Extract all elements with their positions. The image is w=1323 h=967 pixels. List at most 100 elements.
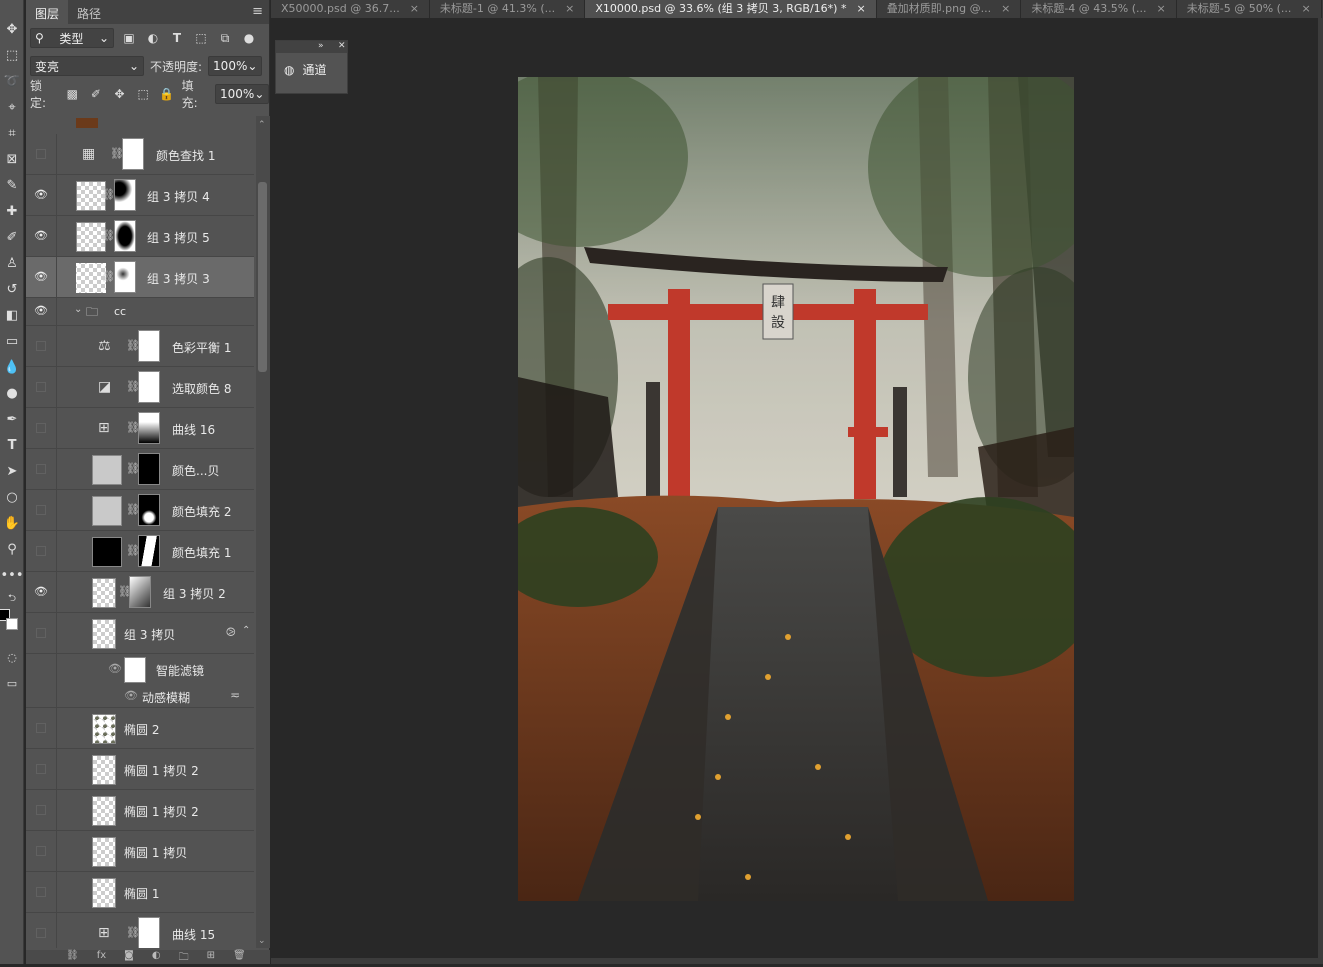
brush-tool-icon[interactable]: ✐ [0, 226, 24, 248]
layer-row-selected[interactable]: 👁 ⛓ 组 3 拷贝 3 [26, 257, 254, 298]
layer-row[interactable]: 👁 ⛓ 组 3 拷贝 4 [26, 175, 254, 216]
close-icon[interactable]: ✕ [338, 41, 346, 51]
lasso-tool-icon[interactable]: ➰ [0, 70, 24, 92]
filter-pixel-icon[interactable]: ▣ [120, 29, 138, 47]
gradient-tool-icon[interactable]: ▭ [0, 330, 24, 352]
doc-tab[interactable]: 未标题-1 @ 41.3% (... × [430, 0, 586, 18]
filter-kind-select[interactable]: ⚲ 类型 ⌄ [30, 28, 114, 48]
layer-row[interactable]: ⚖ ⛓ 色彩平衡 1 [26, 326, 254, 367]
layer-row[interactable]: ⊞ ⛓ 曲线 15 [26, 913, 254, 948]
tab-layers[interactable]: 图层 [26, 0, 69, 24]
chevron-down-icon[interactable]: ⌄ [258, 936, 266, 946]
visibility-toggle[interactable] [36, 764, 46, 774]
blend-mode-select[interactable]: 变亮 ⌄ [30, 56, 144, 76]
eye-icon[interactable]: 👁 [33, 270, 49, 284]
close-icon[interactable]: × [565, 3, 574, 15]
chevron-down-icon[interactable]: ⌄ [74, 304, 82, 315]
smart-filter-icon[interactable]: ⧁ [226, 625, 236, 640]
layer-row[interactable]: 👁 ⛓ 组 3 拷贝 2 [26, 572, 254, 613]
eye-icon[interactable]: 👁 [33, 585, 49, 599]
lock-all-icon[interactable]: 🔒 [158, 85, 176, 103]
layer-scrollbar[interactable]: ⌃ ⌄ [256, 116, 270, 948]
lock-position-icon[interactable]: ✥ [111, 85, 129, 103]
fill-field[interactable]: 100% ⌄ [215, 84, 270, 104]
tab-paths[interactable]: 路径 [68, 0, 110, 24]
visibility-toggle[interactable] [36, 928, 46, 938]
layer-row[interactable]: ⛓ 颜色填充 1 [26, 531, 254, 572]
expand-icon[interactable]: » [318, 41, 324, 51]
layer-row[interactable]: 👁 ⛓ 组 3 拷贝 5 [26, 216, 254, 257]
visibility-toggle[interactable] [36, 846, 46, 856]
stamp-tool-icon[interactable]: ♙ [0, 252, 24, 274]
screen-mode-icon[interactable]: ▭ [0, 672, 24, 694]
lock-image-icon[interactable]: ✐ [87, 85, 105, 103]
filter-smart-icon[interactable]: ⧉ [216, 29, 234, 47]
visibility-toggle[interactable] [36, 423, 46, 433]
move-tool-icon[interactable]: ✥ [0, 18, 24, 40]
quick-select-icon[interactable]: ⌖ [0, 96, 24, 118]
pen-tool-icon[interactable]: ✒ [0, 408, 24, 430]
layer-row[interactable]: ⛓ 颜色填充 2 [26, 490, 254, 531]
layer-row[interactable]: ⊞ ⛓ 曲线 16 [26, 408, 254, 449]
visibility-toggle[interactable] [36, 887, 46, 897]
panel-menu-icon[interactable]: ≡ [252, 4, 263, 19]
swap-colors-icon[interactable]: ⮌ [0, 588, 24, 610]
layer-row[interactable]: 椭圆 2 [26, 708, 254, 749]
eye-icon[interactable]: 👁 [33, 304, 49, 318]
zoom-tool-icon[interactable]: ⚲ [0, 538, 24, 560]
layer-row[interactable]: 椭圆 1 [26, 872, 254, 913]
close-icon[interactable]: × [410, 3, 419, 15]
visibility-toggle[interactable] [36, 628, 46, 638]
visibility-toggle[interactable] [36, 464, 46, 474]
dodge-tool-icon[interactable]: ● [0, 382, 24, 404]
doc-tab[interactable]: 未标题-4 @ 43.5% (... × [1021, 0, 1177, 18]
filter-options-icon[interactable]: ≂ [230, 688, 240, 702]
eyedropper-icon[interactable]: ✎ [0, 174, 24, 196]
hand-tool-icon[interactable]: ✋ [0, 512, 24, 534]
layer-row[interactable]: 椭圆 1 拷贝 [26, 831, 254, 872]
add-mask-icon[interactable]: ◙ [124, 950, 134, 964]
fx-icon[interactable]: fx [97, 950, 106, 964]
lock-transparent-icon[interactable]: ▩ [63, 85, 81, 103]
marquee-tool-icon[interactable]: ⬚ [0, 44, 24, 66]
document-canvas-image[interactable]: 肆 設 [518, 77, 1074, 901]
visibility-toggle[interactable] [36, 149, 46, 159]
eye-icon[interactable]: 👁 [108, 662, 122, 675]
visibility-toggle[interactable] [36, 505, 46, 515]
layer-row[interactable]: ◪ ⛓ 选取颜色 8 [26, 367, 254, 408]
close-icon[interactable]: × [1001, 3, 1010, 15]
chevron-up-icon[interactable]: ⌃ [242, 625, 250, 636]
healing-brush-icon[interactable]: ✚ [0, 200, 24, 222]
trash-icon[interactable]: 🗑 [233, 950, 246, 964]
group-row[interactable]: 👁 ⌄ 🗀 cc [26, 298, 254, 326]
type-tool-icon[interactable]: T [0, 434, 24, 456]
canvas-horizontal-scrollbar[interactable] [271, 958, 1319, 964]
layer-row[interactable]: ⛓ 颜色...贝 [26, 449, 254, 490]
filter-toggle-icon[interactable]: ● [240, 29, 258, 47]
visibility-toggle[interactable] [36, 723, 46, 733]
filter-adjust-icon[interactable]: ◐ [144, 29, 162, 47]
layer-row[interactable]: 椭圆 1 拷贝 2 [26, 790, 254, 831]
filter-shape-icon[interactable]: ⬚ [192, 29, 210, 47]
doc-tab[interactable]: X50000.psd @ 36.7... × [271, 0, 430, 18]
shape-tool-icon[interactable]: ○ [0, 486, 24, 508]
chevron-up-icon[interactable]: ⌃ [258, 120, 266, 130]
blur-tool-icon[interactable]: 💧 [0, 356, 24, 378]
background-color-swatch[interactable] [6, 618, 18, 630]
close-icon[interactable]: × [1157, 3, 1166, 15]
history-brush-icon[interactable]: ↺ [0, 278, 24, 300]
canvas-vertical-scrollbar[interactable] [1318, 18, 1323, 964]
crop-tool-icon[interactable]: ⌗ [0, 122, 24, 144]
scrollbar-thumb[interactable] [258, 182, 267, 372]
visibility-toggle[interactable] [36, 382, 46, 392]
visibility-toggle[interactable] [36, 341, 46, 351]
close-icon[interactable]: × [856, 3, 865, 15]
layer-row[interactable]: ▦ ⛓ 颜色查找 1 [26, 134, 254, 175]
quick-mask-icon[interactable]: ◌ [0, 646, 24, 668]
visibility-toggle[interactable] [36, 546, 46, 556]
doc-tab-active[interactable]: X10000.psd @ 33.6% (组 3 拷贝 3, RGB/16*) *… [585, 0, 877, 18]
frame-tool-icon[interactable]: ⊠ [0, 148, 24, 170]
lock-artboard-icon[interactable]: ⬚ [134, 85, 152, 103]
eye-icon[interactable]: 👁 [33, 229, 49, 243]
eye-icon[interactable]: 👁 [124, 689, 138, 702]
